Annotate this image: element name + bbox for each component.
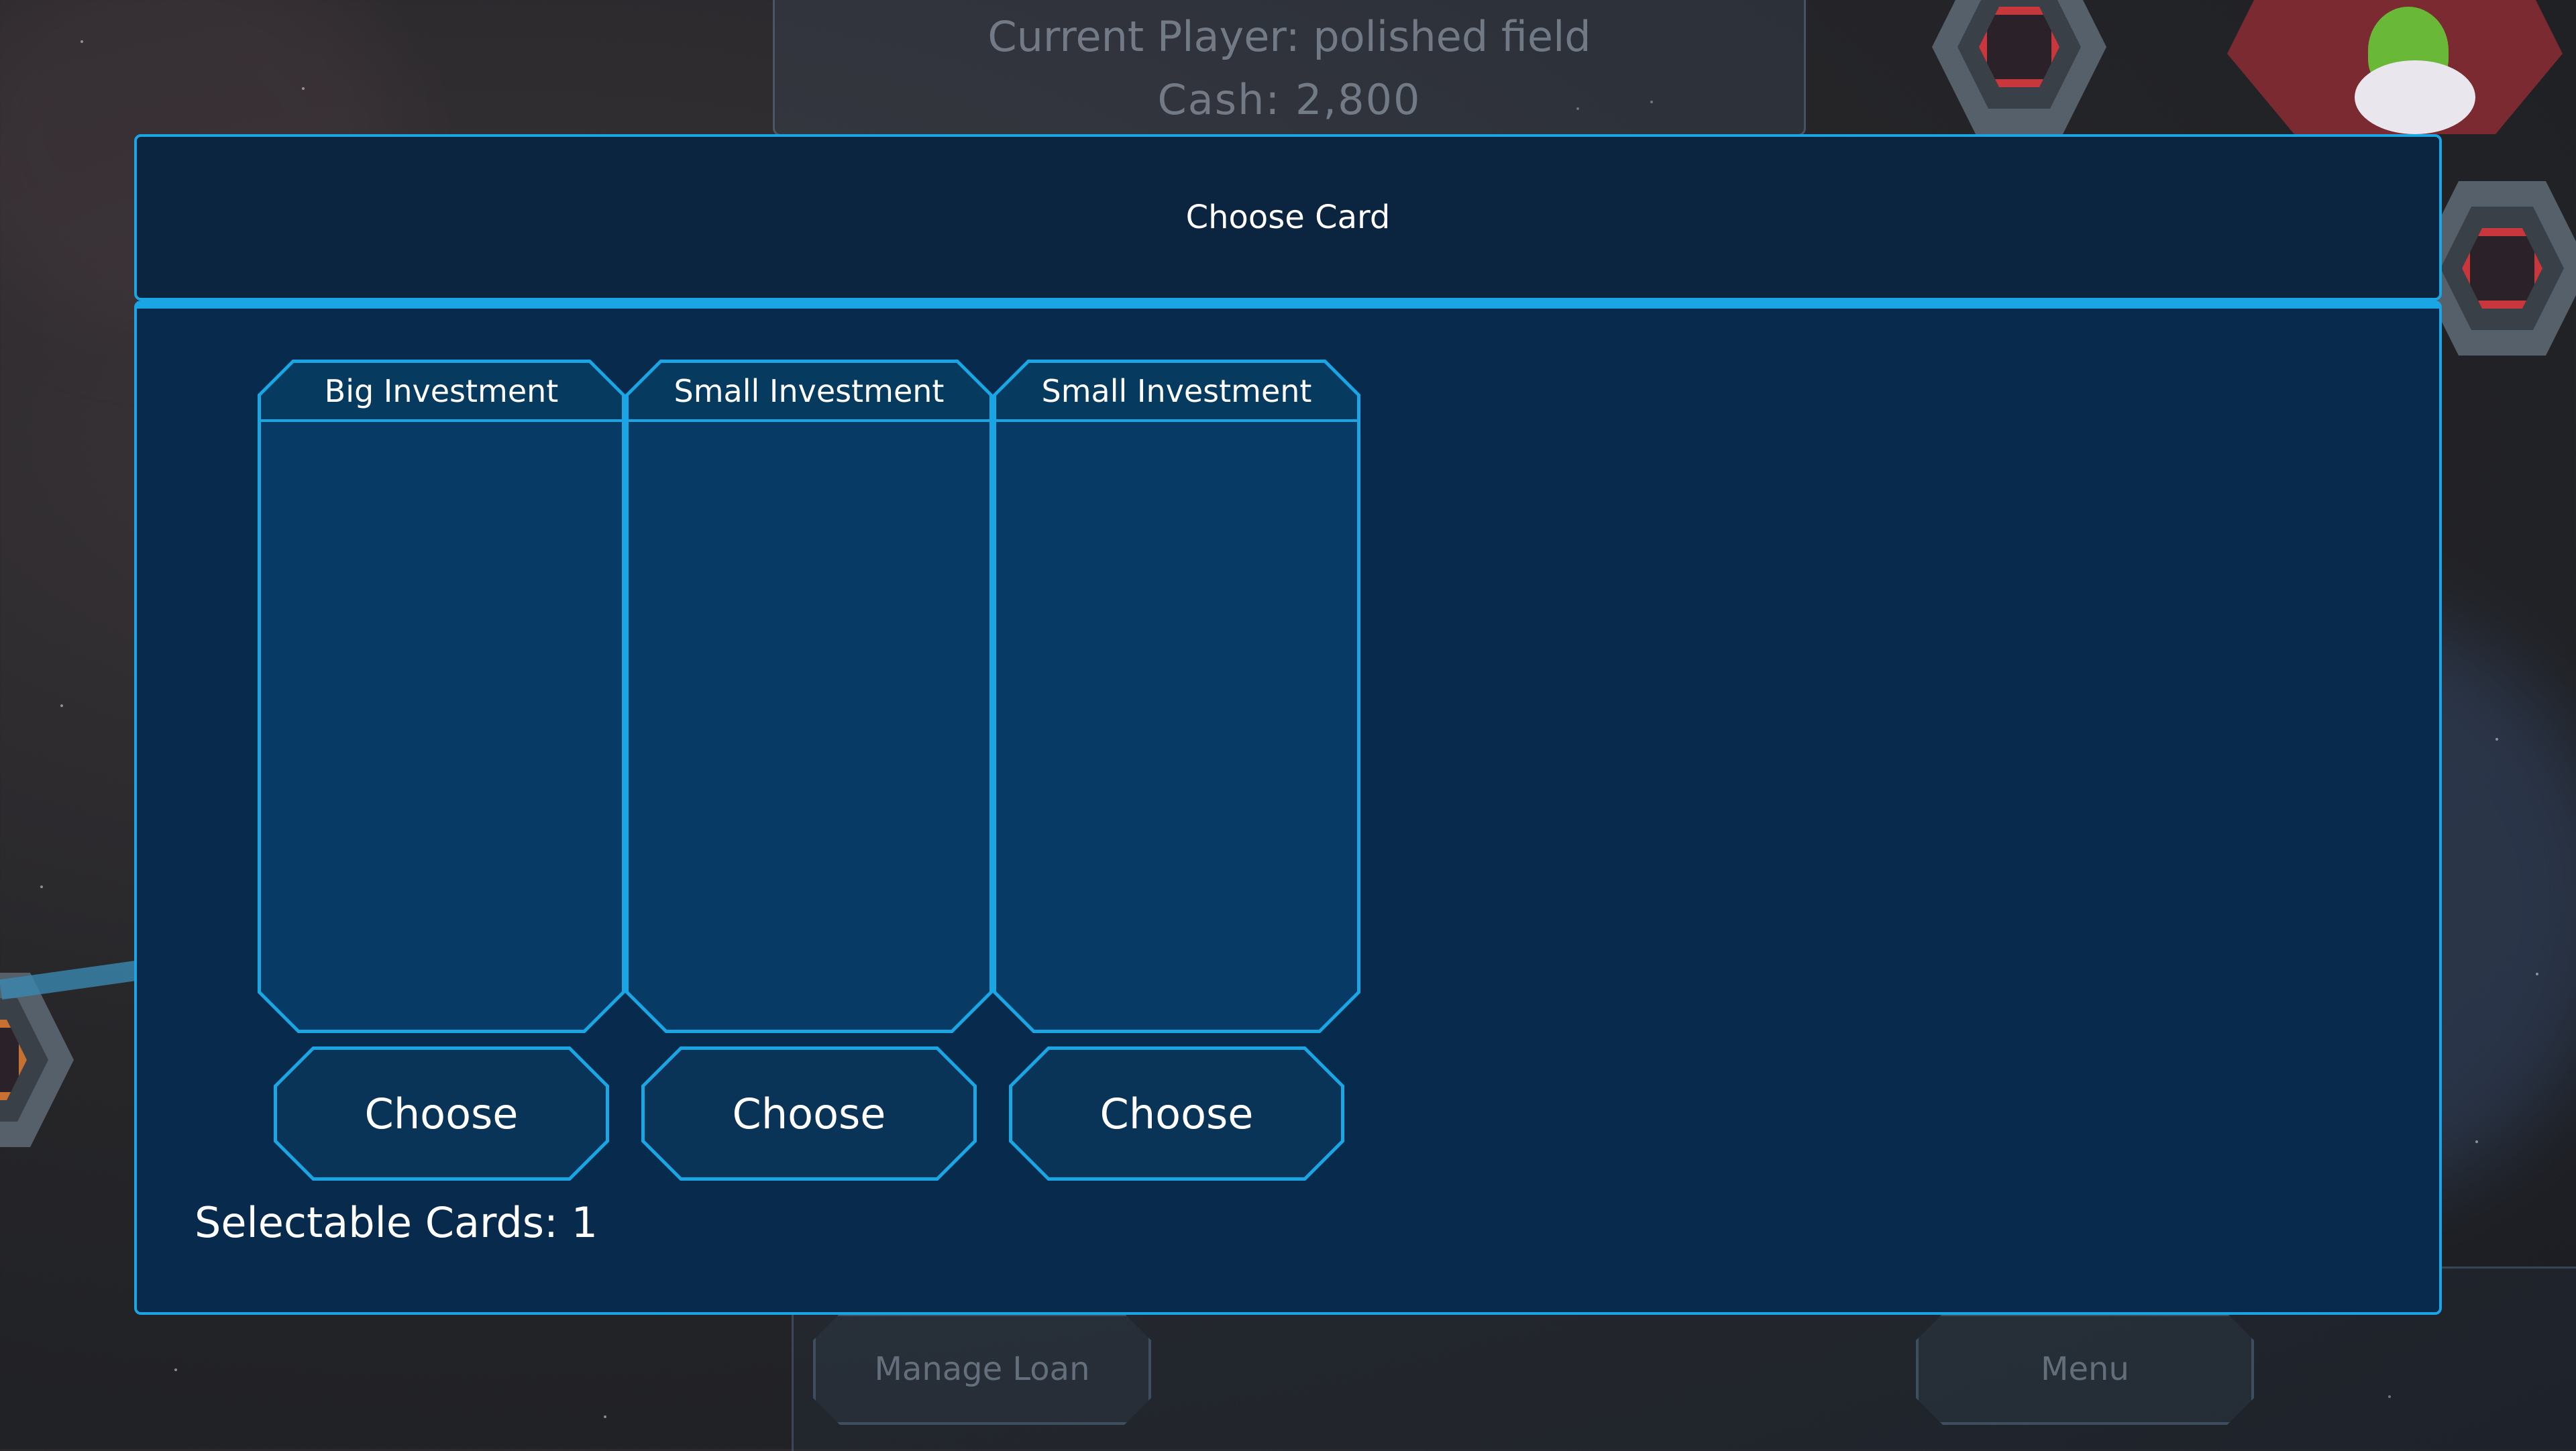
star bbox=[174, 1368, 177, 1371]
card-small-investment-1[interactable]: Small Investment bbox=[625, 360, 993, 1033]
player-info-panel: Current Player: polished field Cash: 2,8… bbox=[773, 0, 1806, 136]
star bbox=[302, 87, 305, 90]
star bbox=[60, 704, 63, 707]
frog-character-icon bbox=[2227, 0, 2563, 134]
choose-button-label: Choose bbox=[277, 1050, 606, 1177]
selectable-cards-count: Selectable Cards: 1 bbox=[195, 1198, 598, 1247]
dialog-title: Choose Card bbox=[1185, 199, 1391, 236]
manage-loan-button[interactable]: Manage Loan bbox=[813, 1313, 1151, 1425]
current-player-label: Current Player: polished field bbox=[987, 12, 1591, 61]
card-title: Big Investment bbox=[261, 363, 622, 422]
hex-tile-icon bbox=[0, 973, 74, 1147]
choose-button-3[interactable]: Choose bbox=[1009, 1046, 1344, 1181]
card-big-investment[interactable]: Big Investment bbox=[258, 360, 625, 1033]
card-face: Small Investment bbox=[629, 363, 989, 1030]
star bbox=[2496, 738, 2498, 741]
star bbox=[604, 1415, 606, 1418]
board-connector bbox=[0, 959, 149, 1000]
choose-button-label: Choose bbox=[645, 1050, 973, 1177]
star bbox=[2536, 973, 2538, 975]
choose-card-dialog-header: Choose Card bbox=[134, 134, 2442, 301]
choose-button-1[interactable]: Choose bbox=[274, 1046, 609, 1181]
choose-button-2[interactable]: Choose bbox=[641, 1046, 977, 1181]
cash-label: Cash: 2,800 bbox=[1157, 75, 1421, 124]
card-title: Small Investment bbox=[629, 363, 989, 422]
choose-button-label: Choose bbox=[1012, 1050, 1341, 1177]
star bbox=[2475, 1140, 2478, 1143]
card-face: Small Investment bbox=[996, 363, 1357, 1030]
card-title: Small Investment bbox=[996, 363, 1357, 422]
card-face: Big Investment bbox=[261, 363, 622, 1030]
card-small-investment-2[interactable]: Small Investment bbox=[993, 360, 1360, 1033]
star bbox=[80, 40, 83, 43]
star bbox=[40, 885, 43, 888]
menu-button[interactable]: Menu bbox=[1916, 1313, 2254, 1425]
hex-tile-icon bbox=[1932, 0, 2106, 134]
